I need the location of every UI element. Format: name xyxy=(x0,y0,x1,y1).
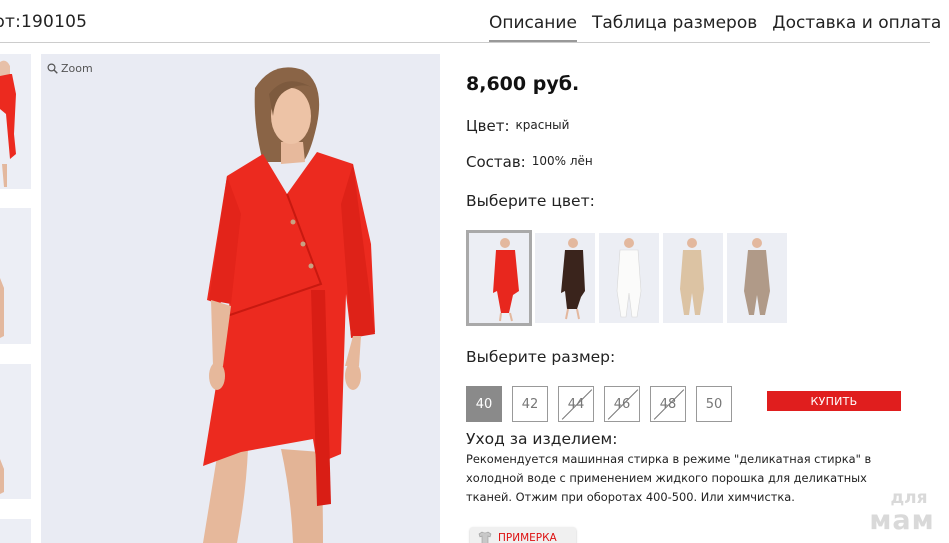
composition-value: 100% лён xyxy=(531,154,593,168)
size-select-title: Выберите размер: xyxy=(466,348,616,366)
size-option-40[interactable]: 40 xyxy=(466,386,502,422)
color-swatch-taupe[interactable] xyxy=(727,233,787,323)
tabs-divider xyxy=(0,42,930,43)
size-option-44: 44 xyxy=(558,386,594,422)
size-option-50[interactable]: 50 xyxy=(696,386,732,422)
size-list: 40 42 44 46 48 50 xyxy=(466,386,742,422)
site-watermark: для мам xyxy=(862,490,942,536)
size-option-46: 46 xyxy=(604,386,640,422)
size-option-48: 48 xyxy=(650,386,686,422)
watermark-line-2: мам xyxy=(869,505,935,536)
color-swatch-dark-brown[interactable] xyxy=(535,233,595,323)
model-illustration xyxy=(41,54,440,543)
care-title: Уход за изделием: xyxy=(466,430,618,448)
color-swatch-red[interactable] xyxy=(466,230,532,326)
buy-button[interactable]: КУПИТЬ xyxy=(767,391,901,411)
composition-label: Состав: xyxy=(466,153,526,171)
tab-size-chart[interactable]: Таблица размеров xyxy=(592,13,757,42)
thumbnail-front[interactable] xyxy=(0,54,31,189)
tab-delivery-payment[interactable]: Доставка и оплата xyxy=(772,13,941,42)
zoom-label: Zoom xyxy=(61,62,93,75)
product-price: 8,600 руб. xyxy=(466,73,580,95)
color-property: Цвет: красный xyxy=(466,117,569,135)
tab-description[interactable]: Описание xyxy=(489,13,577,42)
product-article: рт:190105 xyxy=(0,12,88,32)
fitting-label: ПРИМЕРКА xyxy=(498,532,557,543)
size-option-42[interactable]: 42 xyxy=(512,386,548,422)
color-swatch-beige[interactable] xyxy=(663,233,723,323)
magnifier-icon xyxy=(47,63,58,74)
thumbnail-side[interactable] xyxy=(0,208,31,344)
color-select-title: Выберите цвет: xyxy=(466,192,595,210)
fitting-button[interactable]: ПРИМЕРКА xyxy=(470,527,576,543)
zoom-button[interactable]: Zoom xyxy=(47,62,93,75)
color-swatch-white[interactable] xyxy=(599,233,659,323)
color-label: Цвет: xyxy=(466,117,510,135)
color-value: красный xyxy=(515,118,570,132)
shirt-icon xyxy=(478,531,492,543)
color-swatch-list xyxy=(466,230,791,326)
thumbnail-detail[interactable] xyxy=(0,519,31,543)
main-product-photo[interactable]: Zoom xyxy=(41,54,440,543)
composition-property: Состав: 100% лён xyxy=(466,153,593,171)
product-tabs: Описание Таблица размеров Доставка и опл… xyxy=(489,13,949,42)
thumbnail-back[interactable] xyxy=(0,364,31,499)
care-text: Рекомендуется машинная стирка в режиме "… xyxy=(466,452,872,504)
